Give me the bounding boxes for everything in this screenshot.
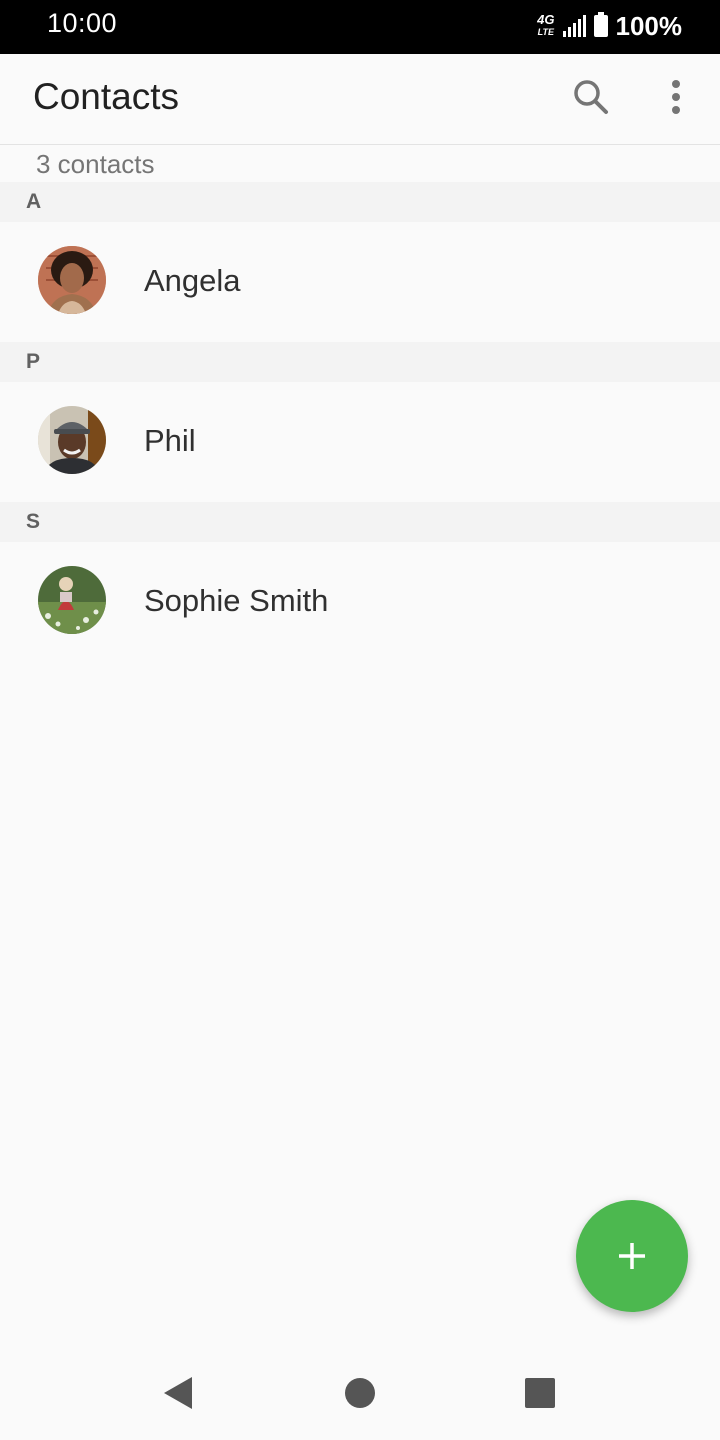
contact-count: 3 contacts: [36, 149, 155, 179]
network-type: 4G: [537, 12, 555, 27]
navigation-bar: [0, 1342, 720, 1440]
section-header-s: S: [0, 502, 720, 542]
section-letter: S: [26, 510, 41, 533]
status-time: 10:00: [47, 8, 118, 38]
contact-row-sophie-smith[interactable]: Sophie Smith: [0, 542, 720, 662]
back-icon: [164, 1377, 192, 1409]
status-icons: 4G LTE 100%: [537, 10, 682, 42]
battery-icon: [593, 12, 608, 37]
avatar: [38, 566, 106, 634]
section-letter: A: [26, 190, 42, 213]
network-subtype: LTE: [537, 27, 554, 37]
status-bar: 10:00 4G LTE 100%: [0, 0, 720, 54]
search-button[interactable]: [566, 72, 616, 122]
contact-name: Phil: [144, 423, 196, 458]
avatar: [38, 246, 106, 314]
add-icon: [619, 1243, 645, 1269]
more-options-button[interactable]: [652, 72, 700, 122]
section-letter: P: [26, 350, 41, 373]
contact-name: Sophie Smith: [144, 583, 329, 618]
battery-percentage: 100%: [615, 10, 683, 41]
page-title: Contacts: [33, 76, 180, 117]
section-header-p: P: [0, 342, 720, 382]
home-icon: [345, 1378, 375, 1408]
more-vert-icon: [672, 80, 680, 114]
contact-row-angela[interactable]: Angela: [0, 222, 720, 342]
search-icon: [574, 80, 608, 114]
signal-icon: [562, 15, 586, 37]
recents-icon: [525, 1378, 555, 1408]
network-indicator: 4G LTE: [537, 12, 555, 38]
back-button[interactable]: [158, 1373, 198, 1413]
app-bar: Contacts: [0, 54, 720, 145]
home-button[interactable]: [340, 1373, 380, 1413]
add-contact-button[interactable]: [576, 1200, 688, 1312]
recents-button[interactable]: [520, 1373, 560, 1413]
contact-row-phil[interactable]: Phil: [0, 382, 720, 502]
contacts-screen: 10:00 4G LTE 100% Contacts 3 contacts A …: [0, 0, 720, 1440]
avatar: [38, 406, 106, 474]
contact-name: Angela: [144, 263, 241, 298]
section-header-a: A: [0, 182, 720, 222]
